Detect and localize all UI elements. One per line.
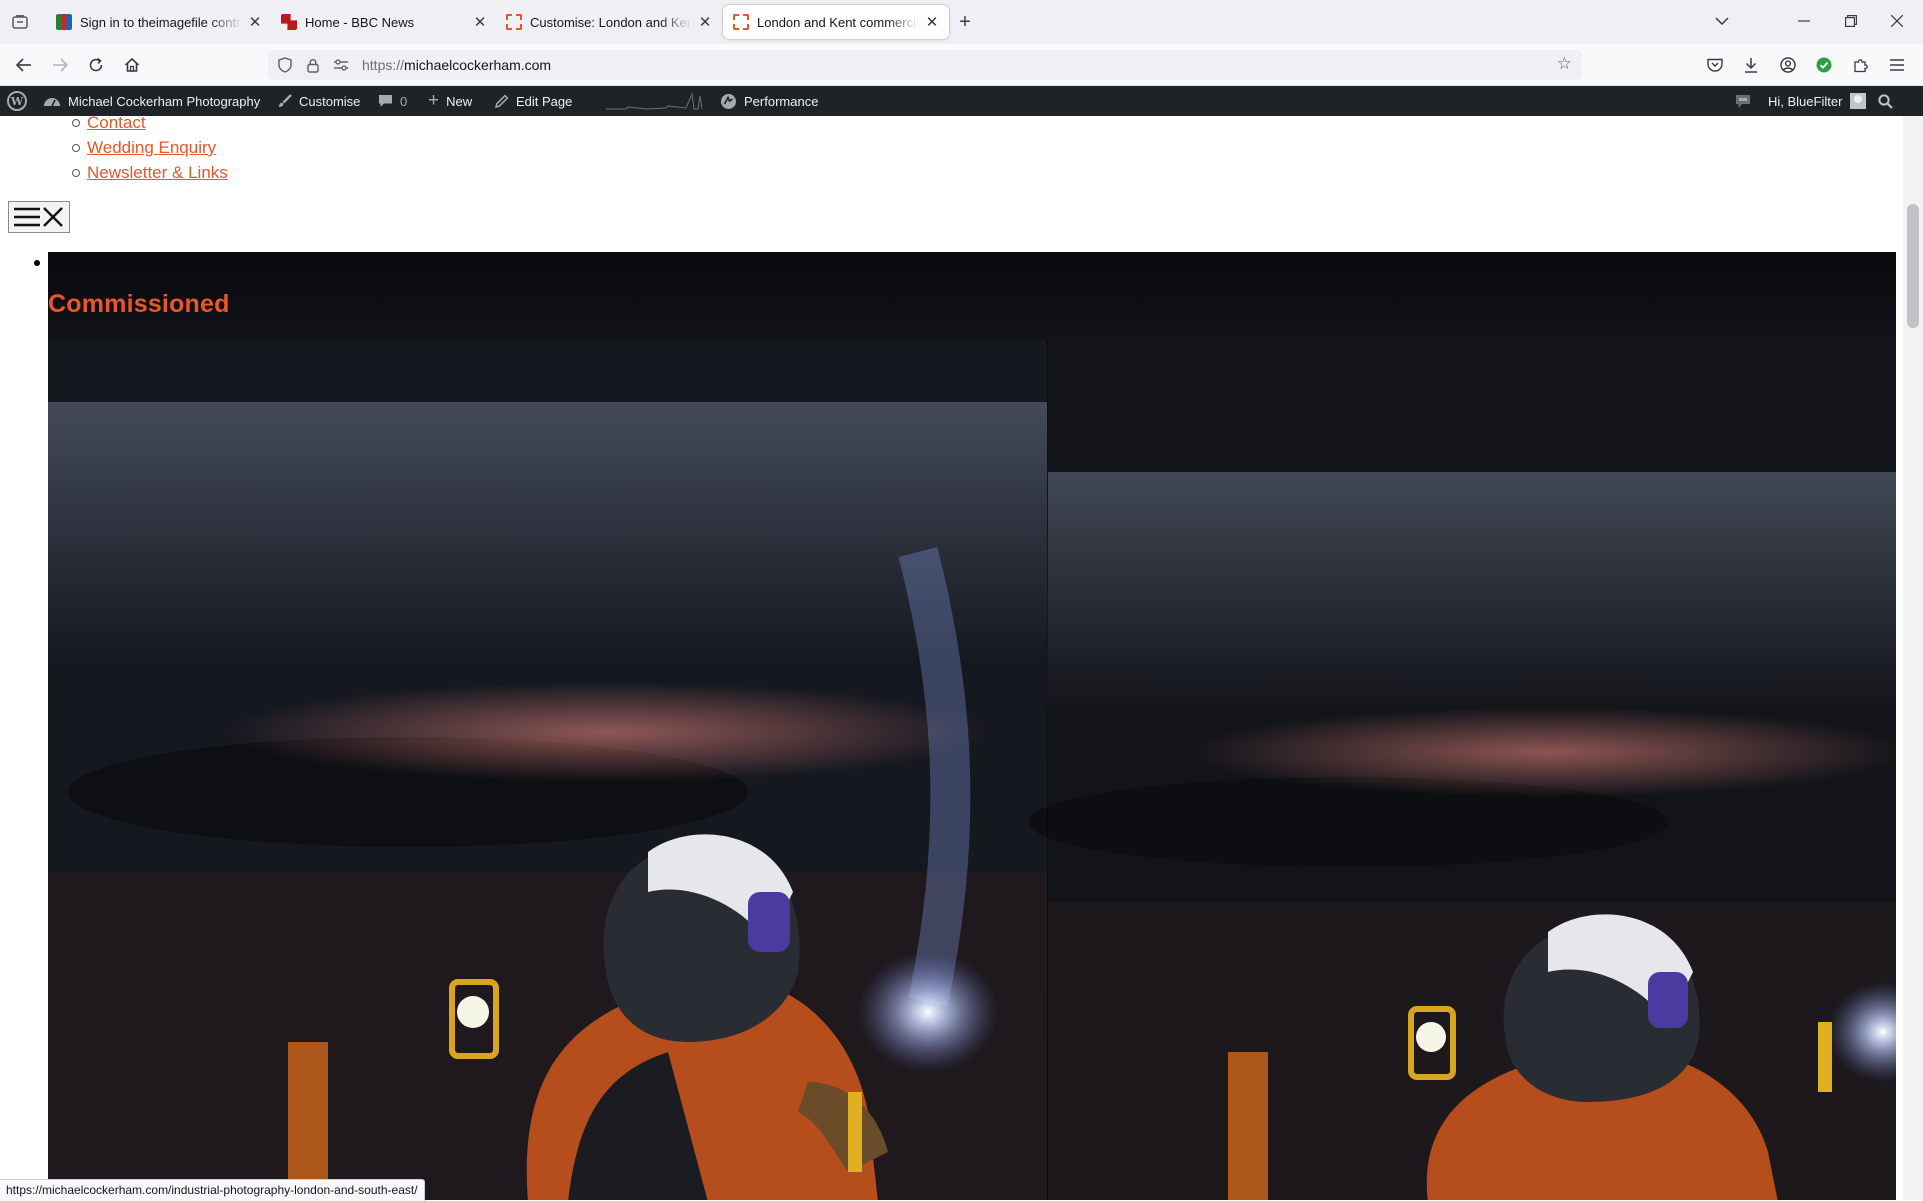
stats-sparkline-icon[interactable] — [606, 92, 702, 110]
plus-icon: + — [428, 90, 440, 111]
bbc-favicon-icon — [281, 14, 297, 30]
url-scheme: https:// — [362, 57, 405, 73]
loading-favicon-icon — [506, 14, 522, 30]
notification-bubble-icon — [1735, 94, 1751, 109]
tab-overview-icon[interactable] — [8, 10, 32, 34]
new-label: New — [446, 93, 473, 109]
edit-page-label: Edit Page — [516, 93, 573, 109]
menu-toggle-button[interactable] — [8, 201, 70, 233]
close-icon[interactable]: ✕ — [471, 13, 489, 31]
customise-link[interactable]: Customise — [278, 86, 360, 116]
tab-customise[interactable]: Customise: London and Kent commercial ✕ — [496, 5, 722, 39]
photo-divider — [1047, 340, 1048, 1200]
submenu-item-contact: Contact — [72, 116, 228, 135]
section-title: Commissioned — [48, 290, 230, 318]
customise-label: Customise — [299, 93, 361, 109]
greeting-label: Hi, BlueFilter — [1768, 93, 1843, 109]
welder-photo-image — [48, 340, 1896, 1200]
new-content-link[interactable]: + New — [428, 86, 472, 116]
submenu-item-wedding-enquiry: Wedding Enquiry — [72, 135, 228, 160]
tab-title: Sign in to theimagefile control panel — [80, 14, 242, 30]
url-text[interactable]: https://michaelcockerham.com — [362, 57, 551, 73]
site-name-link[interactable]: Michael Cockerham Photography — [43, 86, 260, 116]
site-permissions-icon[interactable] — [330, 54, 352, 76]
bookmark-star-icon[interactable]: ☆ — [1557, 54, 1572, 74]
url-host: michaelcockerham.com — [404, 57, 552, 73]
address-bar[interactable]: https://michaelcockerham.com ☆ — [268, 50, 1582, 80]
loading-favicon-icon — [733, 14, 749, 30]
extension-check-icon[interactable] — [1811, 52, 1837, 78]
minimize-icon[interactable] — [1786, 6, 1822, 36]
list-bullet — [34, 260, 40, 266]
search-icon — [1878, 93, 1893, 109]
back-icon[interactable] — [10, 52, 38, 78]
downloads-icon[interactable] — [1738, 52, 1764, 78]
tab-bbc-news[interactable]: Home - BBC News ✕ — [271, 5, 497, 39]
close-icon[interactable]: ✕ — [923, 13, 941, 31]
comment-bubble-icon — [378, 94, 393, 108]
comments-link[interactable]: 0 — [378, 86, 407, 116]
close-icon — [43, 207, 63, 227]
navigation-toolbar: https://michaelcockerham.com ☆ — [0, 44, 1923, 86]
site-name: Michael Cockerham Photography — [68, 93, 261, 109]
wp-admin-bar: W Michael Cockerham Photography Customis… — [0, 86, 1923, 116]
list-all-tabs-icon[interactable] — [1704, 6, 1740, 36]
imagefile-favicon-icon — [56, 14, 72, 30]
account-icon[interactable] — [1775, 52, 1801, 78]
tracking-protection-shield-icon[interactable] — [274, 54, 296, 76]
admin-search-button[interactable] — [1878, 86, 1900, 116]
scrollbar-thumb[interactable] — [1907, 204, 1919, 328]
app-menu-icon[interactable] — [1884, 52, 1910, 78]
tab-title: Customise: London and Kent commercial — [530, 14, 692, 30]
performance-label: Performance — [744, 93, 819, 109]
tab-title: London and Kent commercial and industria… — [757, 14, 919, 30]
wordpress-logo-icon: W — [7, 91, 27, 111]
forward-icon[interactable] — [46, 52, 74, 78]
performance-link[interactable]: Performance — [720, 86, 818, 116]
edit-page-link[interactable]: Edit Page — [495, 86, 572, 116]
page-content: Contact Wedding Enquiry Newsletter & Lin… — [0, 116, 1903, 1200]
link-status-bar: https://michaelcockerham.com/industrial-… — [0, 1179, 425, 1201]
restore-icon[interactable] — [1833, 6, 1869, 36]
tab-title: Home - BBC News — [305, 14, 415, 30]
submenu: Contact Wedding Enquiry Newsletter & Lin… — [72, 116, 228, 185]
paintbrush-icon — [278, 94, 292, 108]
extensions-puzzle-icon[interactable] — [1848, 52, 1874, 78]
close-icon[interactable]: ✕ — [696, 13, 714, 31]
tab-imagefile[interactable]: Sign in to theimagefile control panel ✕ — [46, 5, 272, 39]
hero-gallery[interactable]: Commissioned — [48, 252, 1896, 1200]
close-icon[interactable]: ✕ — [246, 13, 264, 31]
newsletter-links-link[interactable]: Newsletter & Links — [87, 163, 228, 182]
comments-count: 0 — [400, 93, 408, 109]
lock-icon[interactable] — [302, 54, 324, 76]
avatar — [1850, 93, 1867, 109]
contact-link[interactable]: Contact — [87, 116, 146, 132]
performance-icon — [720, 93, 737, 110]
close-window-icon[interactable] — [1879, 6, 1915, 36]
tab-london-kent[interactable]: London and Kent commercial and industria… — [723, 5, 949, 39]
hamburger-icon — [14, 207, 40, 227]
new-tab-icon[interactable]: + — [952, 9, 978, 35]
wedding-enquiry-link[interactable]: Wedding Enquiry — [87, 138, 216, 157]
submenu-item-newsletter: Newsletter & Links — [72, 160, 228, 185]
dashboard-gauge-icon — [43, 94, 61, 108]
home-icon[interactable] — [118, 52, 146, 78]
wordpress-logo-button[interactable]: W — [7, 86, 27, 116]
reload-icon[interactable] — [82, 52, 110, 78]
tab-strip: Sign in to theimagefile control panel ✕ … — [0, 0, 1923, 45]
pencil-icon — [495, 94, 509, 108]
notifications-button[interactable] — [1735, 86, 1758, 116]
my-account-link[interactable]: Hi, BlueFilter — [1768, 86, 1867, 116]
pocket-icon[interactable] — [1702, 52, 1728, 78]
